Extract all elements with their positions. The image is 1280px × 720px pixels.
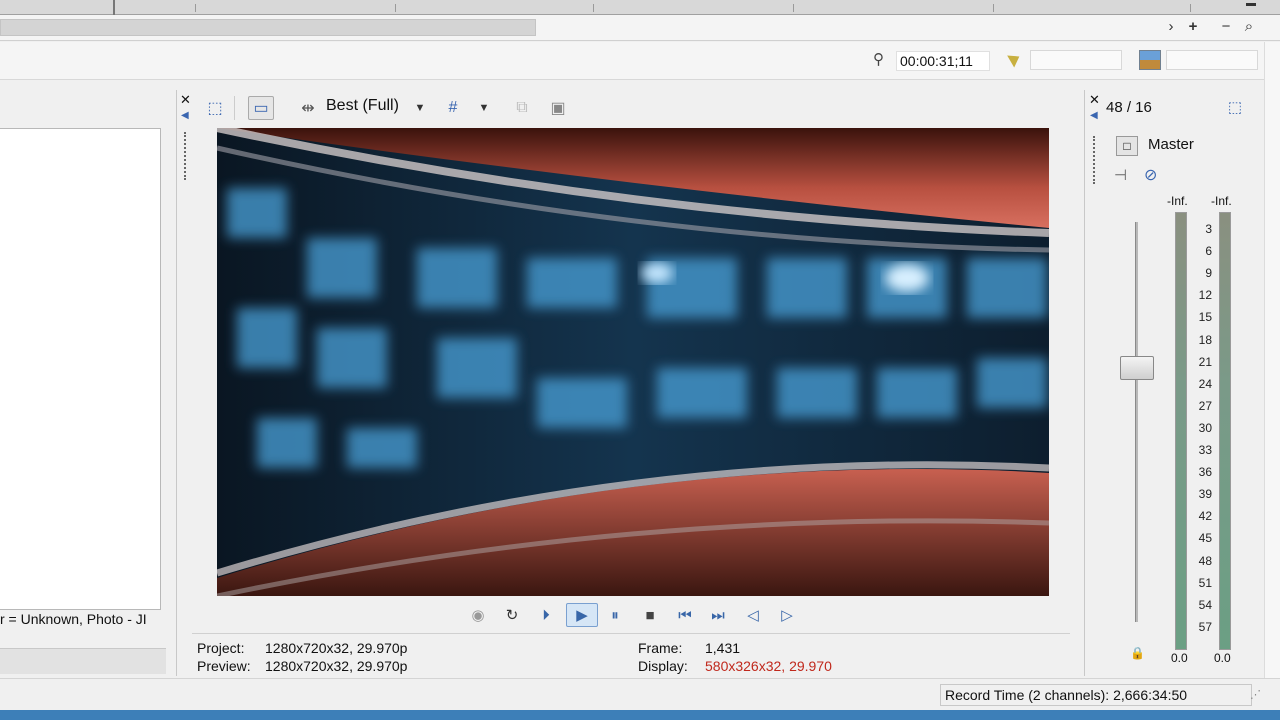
master-fader-track[interactable] bbox=[1135, 222, 1138, 622]
pin-icon[interactable]: ⚲ bbox=[873, 50, 884, 68]
preview-label: Preview: bbox=[197, 658, 251, 674]
meter-scale-label: 18 bbox=[1198, 332, 1212, 347]
meter-scale-label: 57 bbox=[1198, 619, 1212, 634]
mute-icon[interactable]: ⊘ bbox=[1144, 165, 1157, 185]
meter-scale-label: 27 bbox=[1198, 398, 1212, 413]
prev-frame-icon[interactable]: ◁ bbox=[740, 603, 766, 627]
loop-icon[interactable]: ↻ bbox=[499, 603, 525, 627]
display-label: Display: bbox=[638, 658, 688, 674]
lock-icon[interactable]: 🔒 bbox=[1130, 646, 1145, 660]
zoom-in-icon[interactable]: + bbox=[1184, 18, 1202, 36]
meter-scale-label: 3 bbox=[1205, 222, 1212, 236]
close-mixer-icon[interactable]: ✕ bbox=[1089, 92, 1100, 108]
meter-scale-label: 42 bbox=[1198, 509, 1212, 524]
master-fx-icon[interactable]: □ bbox=[1116, 136, 1138, 156]
meter-scale-label: 33 bbox=[1198, 443, 1212, 457]
project-value: 1280x720x32, 29.970p bbox=[265, 640, 408, 656]
project-label: Project: bbox=[197, 640, 245, 656]
preview-quality-label[interactable]: Best (Full) bbox=[326, 97, 399, 115]
meter-scale-label: 24 bbox=[1198, 376, 1212, 391]
stop-icon[interactable]: ■ bbox=[637, 603, 663, 627]
selection-length-field[interactable] bbox=[1030, 50, 1122, 70]
studio-background-image bbox=[217, 128, 1049, 596]
media-list[interactable] bbox=[0, 128, 161, 610]
copy-snapshot-icon[interactable]: ⧉ bbox=[510, 96, 534, 120]
media-info-label: r = Unknown, Photo - JI bbox=[0, 611, 147, 627]
scroll-right-icon[interactable]: › bbox=[1162, 18, 1180, 36]
overlays-icon[interactable]: # bbox=[440, 96, 466, 120]
cursor-position-icon[interactable] bbox=[1139, 50, 1161, 70]
meter-scale-label: 36 bbox=[1198, 465, 1212, 480]
panel-grip[interactable] bbox=[184, 132, 188, 180]
save-snapshot-icon[interactable]: ▣ bbox=[546, 96, 570, 120]
go-to-start-icon[interactable]: ⏮ bbox=[672, 603, 698, 627]
zoom-out-icon[interactable]: − bbox=[1217, 18, 1235, 36]
next-frame-icon[interactable]: ▷ bbox=[774, 603, 800, 627]
meter-scale-label: 39 bbox=[1198, 487, 1212, 502]
preview-properties-icon[interactable]: ⬚ bbox=[204, 96, 226, 120]
pin-mixer-icon[interactable]: ◀ bbox=[1090, 110, 1098, 121]
play-from-start-icon[interactable]: ⏵ bbox=[533, 603, 559, 627]
go-to-end-icon[interactable]: ⏭ bbox=[705, 603, 731, 627]
play-icon[interactable]: ▶ bbox=[566, 603, 598, 627]
explorer-tabbar bbox=[0, 648, 166, 674]
video-frame bbox=[217, 128, 1049, 596]
insert-fx-icon[interactable]: ⊣ bbox=[1114, 166, 1127, 184]
meter-scale-label: 12 bbox=[1198, 288, 1212, 303]
right-edge-panel bbox=[1264, 42, 1280, 678]
meter-scale-label: 15 bbox=[1198, 310, 1212, 325]
display-value: 580x326x32, 29.970 bbox=[705, 658, 832, 674]
meter-scale-label: 30 bbox=[1198, 420, 1212, 435]
external-monitor-icon[interactable]: ▭ bbox=[248, 96, 274, 120]
mixer-grip[interactable] bbox=[1093, 136, 1097, 184]
split-screen-icon[interactable]: ⇹ bbox=[296, 96, 320, 120]
close-panel-icon[interactable]: ✕ bbox=[180, 92, 191, 108]
pause-icon[interactable]: ⏸ bbox=[602, 603, 628, 627]
selection-end-field[interactable] bbox=[1166, 50, 1258, 70]
master-label: Master bbox=[1148, 136, 1194, 153]
right-peak: -Inf. bbox=[1211, 194, 1232, 208]
meter-scale-label: 51 bbox=[1198, 575, 1212, 590]
resize-grip-icon[interactable]: ⋰ bbox=[1250, 688, 1261, 701]
right-level-meter bbox=[1219, 212, 1231, 650]
quality-dropdown-icon[interactable]: ▼ bbox=[410, 96, 430, 120]
zoom-tool-icon[interactable]: ⌕ bbox=[1240, 18, 1258, 36]
minimize-icon[interactable]: ▬ bbox=[1242, 0, 1260, 9]
right-level: 0.0 bbox=[1214, 651, 1231, 665]
mixer-properties-icon[interactable]: ⬚ bbox=[1225, 98, 1245, 118]
timecode-display[interactable]: 00:00:31;11 bbox=[896, 51, 990, 71]
overlays-dropdown-icon[interactable]: ▼ bbox=[474, 96, 494, 120]
media-info-text: r = Unknown, Photo - JI bbox=[0, 611, 164, 631]
left-level: 0.0 bbox=[1171, 651, 1188, 665]
meter-scale-label: 45 bbox=[1198, 531, 1212, 546]
pin-panel-icon[interactable]: ◀ bbox=[181, 110, 189, 121]
horizontal-scrollbar[interactable] bbox=[0, 19, 536, 36]
frame-label: Frame: bbox=[638, 640, 683, 656]
meter-scale-label: 54 bbox=[1198, 597, 1212, 612]
left-peak: -Inf. bbox=[1167, 194, 1188, 208]
left-level-meter bbox=[1175, 212, 1187, 650]
info-separator bbox=[192, 633, 1070, 634]
window-border bbox=[0, 710, 1280, 720]
record-time: Record Time (2 channels): 2,666:34:50 bbox=[940, 684, 1252, 706]
master-bus-panel bbox=[1084, 90, 1264, 676]
preview-value: 1280x720x32, 29.970p bbox=[265, 658, 408, 674]
master-fader-knob[interactable] bbox=[1120, 356, 1154, 380]
meter-scale-label: 9 bbox=[1205, 266, 1212, 281]
frame-value: 1,431 bbox=[705, 640, 741, 656]
timeline-ruler[interactable] bbox=[0, 0, 1280, 15]
mixer-count: 48 / 16 bbox=[1106, 99, 1152, 116]
meter-scale-label: 48 bbox=[1198, 553, 1212, 568]
meter-scale-label: 6 bbox=[1205, 244, 1212, 259]
meter-scale-label: 21 bbox=[1198, 354, 1212, 369]
record-icon[interactable]: ◉ bbox=[465, 603, 491, 627]
